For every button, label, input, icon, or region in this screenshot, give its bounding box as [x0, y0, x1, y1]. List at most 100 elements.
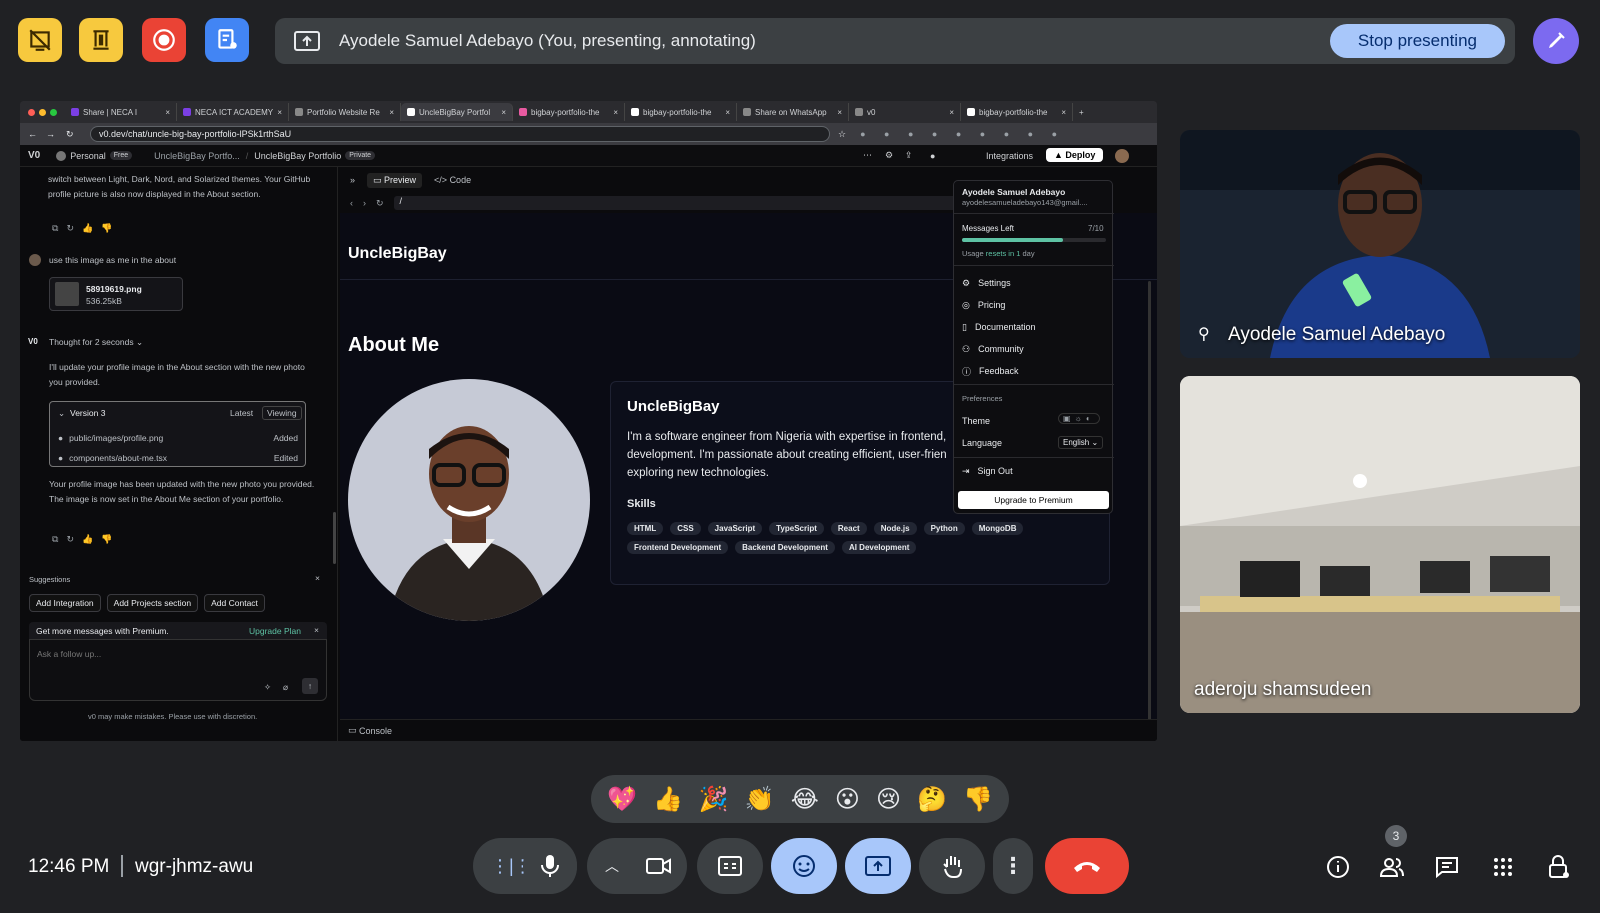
sign-out-item[interactable]: ⇥ Sign Out [954, 460, 1114, 482]
thumbs-up-icon[interactable]: 👍 [82, 223, 93, 234]
more-icon[interactable]: ⋯ [863, 150, 872, 161]
tab-close-icon[interactable]: × [165, 108, 170, 117]
meeting-details-button[interactable] [1321, 850, 1355, 884]
host-controls-button[interactable] [1542, 850, 1576, 884]
tab-close-icon[interactable]: × [949, 108, 954, 117]
thumbs-up-icon[interactable]: 👍 [82, 534, 93, 545]
tab-close-icon[interactable]: × [389, 108, 394, 117]
thumbs-down-icon[interactable]: 👎 [101, 534, 112, 545]
preview-back-icon[interactable]: ‹ [350, 198, 353, 208]
browser-tab[interactable]: NECA ICT ACADEMY × [177, 103, 289, 121]
upgrade-premium-button[interactable]: Upgrade to Premium [958, 491, 1109, 509]
activities-button[interactable] [79, 18, 123, 62]
expand-icon[interactable]: » [350, 175, 355, 185]
browser-tab[interactable]: bigbay-portfolio-the × [961, 103, 1073, 121]
browser-tab[interactable]: Share | NECA I × [65, 103, 177, 121]
send-icon[interactable]: ↑ [302, 678, 318, 694]
reaction-emoji[interactable]: 🤔 [917, 785, 947, 814]
copy-icon[interactable]: ⧉ [52, 223, 58, 234]
camera-options-icon[interactable]: ︿ [605, 856, 619, 876]
no-slides-button[interactable] [18, 18, 62, 62]
version-file-row[interactable]: ● components/about-me.tsx Edited [58, 448, 298, 468]
raise-hand-button[interactable] [919, 838, 985, 894]
chat-input[interactable]: Ask a follow up... ✧ ⌀ ↑ [29, 639, 327, 701]
new-tab-icon[interactable]: + [1079, 108, 1084, 117]
people-button[interactable]: 3 [1375, 825, 1409, 884]
presenter-tile[interactable]: ⚲ Ayodele Samuel Adebayo [1180, 130, 1580, 358]
preview-scrollbar[interactable] [1148, 281, 1151, 721]
reload-icon[interactable]: ↻ [66, 129, 74, 140]
more-options-button[interactable]: ⋮ [993, 838, 1033, 894]
reaction-emoji[interactable]: 👍 [653, 785, 683, 814]
captions-button[interactable] [697, 838, 763, 894]
browser-tab[interactable]: bigbay-portfolio-the × [625, 103, 737, 121]
retry-icon[interactable]: ↻ [66, 223, 74, 234]
github-icon[interactable]: ● [930, 151, 935, 161]
suggestion-chip[interactable]: Add Contact [204, 594, 265, 612]
menu-item-documentation[interactable]: ▯ Documentation [954, 316, 1114, 338]
preview-reload-icon[interactable]: ↻ [376, 198, 384, 209]
present-button[interactable] [845, 838, 911, 894]
forward-icon[interactable]: → [46, 129, 55, 139]
recording-button[interactable] [142, 18, 186, 62]
breadcrumb-1[interactable]: UncleBigBay Portfo... [154, 151, 240, 161]
thumbs-down-icon[interactable]: 👎 [101, 223, 112, 234]
reaction-emoji[interactable]: 😢 [876, 785, 901, 814]
suggestion-chip[interactable]: Add Projects section [106, 594, 199, 612]
menu-item-settings[interactable]: ⚙ Settings [954, 272, 1114, 294]
chat-button[interactable] [1430, 850, 1464, 884]
console-bar[interactable]: ▭ Console [340, 719, 1157, 741]
minimize-window-icon[interactable] [39, 108, 46, 116]
pin-icon[interactable]: ⚲ [1198, 324, 1210, 344]
browser-tab[interactable]: Share on WhatsApp × [737, 103, 849, 121]
settings-icon[interactable]: ⚙ [885, 150, 893, 161]
retry-icon[interactable]: ↻ [66, 534, 74, 545]
site-name[interactable]: UncleBigBay [348, 245, 447, 263]
reaction-emoji[interactable]: 😮 [835, 785, 860, 814]
attachment-card[interactable]: 58919619.png 536.25kB [49, 277, 183, 311]
version-file-row[interactable]: ● public/images/profile.png Added [58, 428, 298, 448]
back-icon[interactable]: ← [28, 129, 37, 139]
language-select[interactable]: English ⌄ [1058, 436, 1104, 449]
reaction-emoji[interactable]: 👏 [745, 785, 775, 814]
share-icon[interactable]: ⇪ [905, 150, 913, 161]
tab-preview[interactable]: ▭ Preview [367, 172, 423, 188]
copy-icon[interactable]: ⧉ [52, 534, 58, 545]
close-window-icon[interactable] [28, 108, 35, 116]
reaction-emoji[interactable]: 👎 [963, 785, 993, 814]
annotate-button[interactable] [1533, 18, 1579, 64]
integrations-button[interactable]: Integrations [986, 151, 1033, 161]
version-card[interactable]: ⌄ Version 3 Latest Viewing ● public/image… [49, 401, 306, 467]
upgrade-plan-link[interactable]: Upgrade Plan [249, 626, 301, 636]
suggestion-chip[interactable]: Add Integration [29, 594, 101, 612]
tab-close-icon[interactable]: × [613, 108, 618, 117]
sparkle-icon[interactable]: ✧ [264, 682, 271, 693]
thought-toggle[interactable]: Thought for 2 seconds ⌄ [49, 337, 143, 348]
preview-path[interactable]: / [393, 196, 974, 210]
menu-item-feedback[interactable]: ⓘ Feedback [954, 360, 1114, 382]
preview-forward-icon[interactable]: › [363, 198, 366, 208]
menu-item-community[interactable]: ⚇ Community [954, 338, 1114, 360]
tab-close-icon[interactable]: × [1061, 108, 1066, 117]
tab-close-icon[interactable]: × [837, 108, 842, 117]
mic-button[interactable] [523, 838, 577, 894]
browser-tab[interactable]: Portfolio Website Re × [289, 103, 401, 121]
tab-close-icon[interactable]: × [501, 108, 506, 117]
leave-call-button[interactable] [1045, 838, 1129, 894]
transcript-button[interactable] [205, 18, 249, 62]
deploy-button[interactable]: ▲ Deploy [1046, 148, 1104, 162]
tab-code[interactable]: </> Code [434, 175, 471, 185]
browser-tab[interactable]: bigbay-portfolio-the × [513, 103, 625, 121]
room-tile[interactable]: aderoju shamsudeen [1180, 376, 1580, 713]
camera-icon[interactable] [645, 855, 673, 877]
maximize-window-icon[interactable] [50, 108, 57, 116]
user-avatar[interactable] [1115, 148, 1129, 163]
scrollbar[interactable] [333, 512, 336, 564]
browser-tab[interactable]: UncleBigBay Portfol × [401, 103, 513, 121]
workspace-name[interactable]: Personal [70, 151, 106, 161]
browser-tab[interactable]: v0 × [849, 103, 961, 121]
tab-close-icon[interactable]: × [277, 108, 282, 117]
star-icon[interactable]: ☆ [838, 129, 846, 140]
address-bar[interactable]: v0.dev/chat/uncle-big-bay-portfolio-lPSk… [90, 126, 830, 142]
tab-close-icon[interactable]: × [725, 108, 730, 117]
